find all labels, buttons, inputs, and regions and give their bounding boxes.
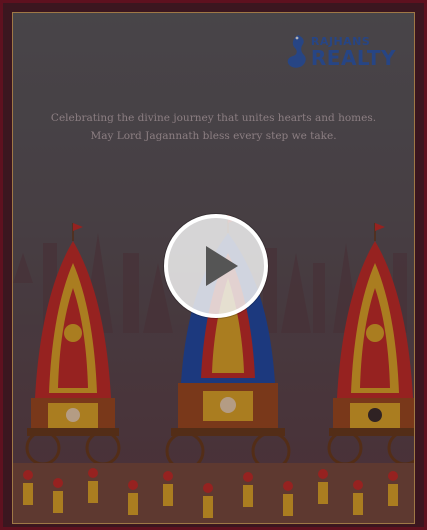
devotee-crowd: [13, 463, 414, 523]
greeting-message: Celebrating the divine journey that unit…: [13, 109, 414, 145]
brand-name-bottom: REALTY: [310, 46, 396, 70]
play-button[interactable]: [164, 214, 268, 318]
greeting-line-1: Celebrating the divine journey that unit…: [50, 112, 377, 124]
greeting-line-2: May Lord Jagannath bless every step we t…: [90, 130, 337, 142]
brand-logo: RAJHANS REALTY: [283, 33, 396, 71]
play-icon: [206, 246, 238, 286]
swan-logo-icon: [287, 35, 306, 68]
left-chariot: [25, 223, 121, 466]
video-player[interactable]: RAJHANS REALTY Celebrating the divine jo…: [0, 0, 427, 530]
